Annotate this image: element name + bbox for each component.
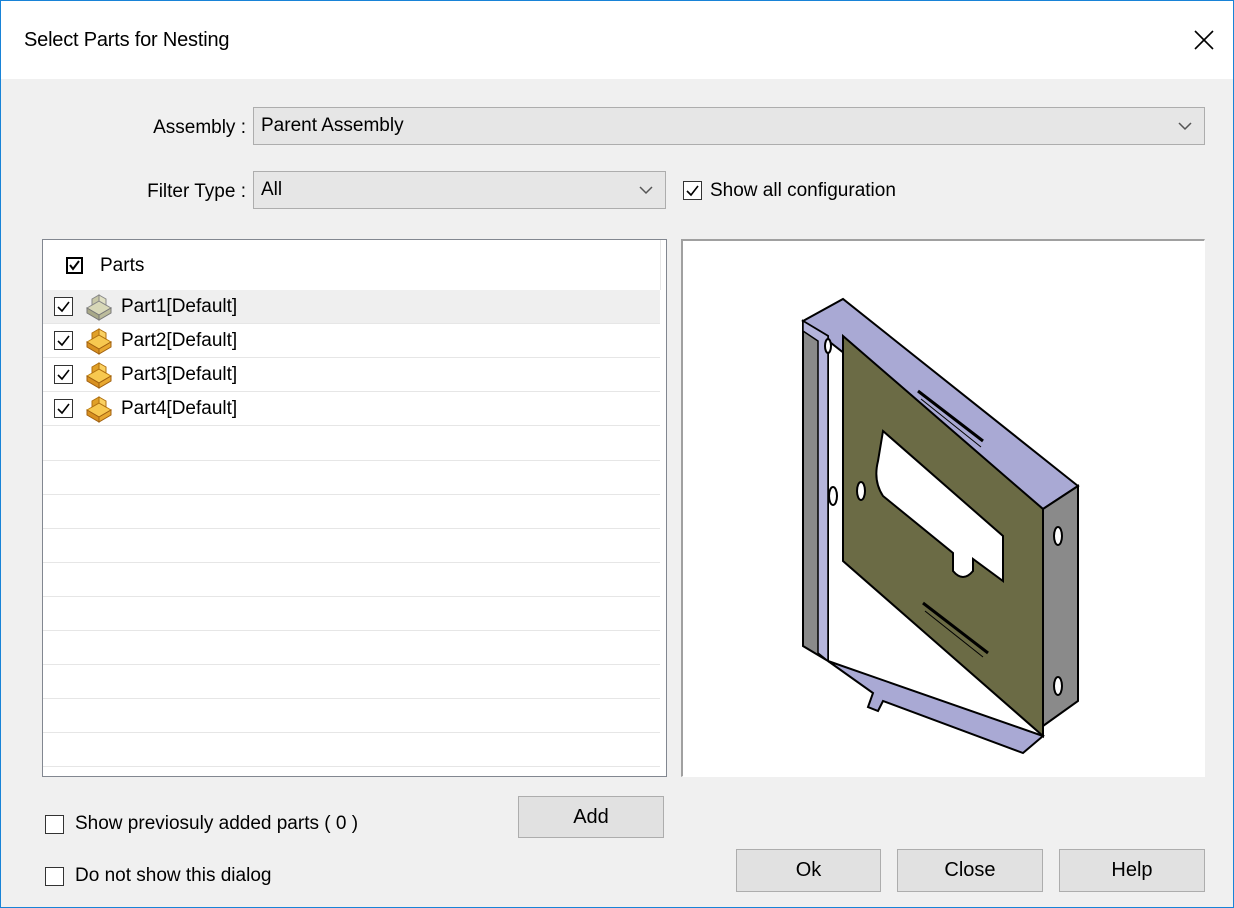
part-checkbox[interactable] [54, 297, 73, 316]
checkmark-icon [686, 185, 699, 197]
parts-list[interactable]: Parts Part1[Default] Part2[Default] Part… [42, 239, 667, 777]
show-previously-added-parts-checkbox[interactable] [45, 815, 64, 834]
filter-type-label: Filter Type : [147, 181, 246, 202]
help-button[interactable]: Help [1059, 849, 1205, 892]
part-checkbox[interactable] [54, 399, 73, 418]
close-icon[interactable] [1187, 23, 1221, 57]
part-checkbox[interactable] [54, 365, 73, 384]
list-item[interactable]: Part1[Default] [43, 290, 660, 324]
list-gridline [43, 562, 660, 563]
list-gridline [43, 528, 660, 529]
list-item[interactable]: Part4[Default] [43, 392, 660, 426]
chevron-down-icon [639, 186, 653, 195]
chevron-down-icon [1178, 122, 1192, 131]
show-all-configuration-label: Show all configuration [710, 180, 896, 201]
list-gridline [43, 596, 660, 597]
assembly-value: Parent Assembly [261, 115, 404, 136]
list-gridline [43, 630, 660, 631]
part-name: Part3[Default] [121, 364, 238, 385]
parts-list-header: Parts [43, 240, 661, 290]
add-button[interactable]: Add [518, 796, 664, 838]
part-name: Part4[Default] [121, 398, 238, 419]
part-icon [86, 328, 112, 355]
list-gridline [43, 494, 660, 495]
checkmark-icon [57, 369, 70, 381]
part-checkbox[interactable] [54, 331, 73, 350]
checkmark-icon [57, 301, 70, 313]
list-gridline [43, 460, 660, 461]
parts-header-label: Parts [100, 255, 145, 276]
checkmark-icon [57, 335, 70, 347]
list-gridline [43, 698, 660, 699]
filter-type-value: All [261, 179, 283, 200]
part-icon [86, 362, 112, 389]
ok-button[interactable]: Ok [736, 849, 881, 892]
list-item[interactable]: Part2[Default] [43, 324, 660, 358]
bracket-part-preview [801, 297, 1080, 755]
list-item[interactable]: Part3[Default] [43, 358, 660, 392]
checkmark-icon [57, 403, 70, 415]
assembly-dropdown[interactable]: Parent Assembly [253, 107, 1205, 145]
show-all-configuration-checkbox[interactable] [683, 181, 702, 200]
part-preview-pane [681, 239, 1205, 777]
do-not-show-dialog-label: Do not show this dialog [75, 865, 272, 886]
select-parts-dialog: Select Parts for Nesting Assembly : Pare… [0, 0, 1234, 908]
part-name: Part2[Default] [121, 330, 238, 351]
checkmark-icon [69, 260, 80, 271]
part-icon [86, 396, 112, 423]
part-icon [86, 294, 112, 321]
list-gridline [43, 664, 660, 665]
list-gridline [43, 766, 660, 767]
dialog-title: Select Parts for Nesting [24, 29, 230, 51]
list-gridline [43, 732, 660, 733]
select-all-parts-checkbox[interactable] [66, 257, 83, 274]
close-button[interactable]: Close [897, 849, 1043, 892]
title-bar: Select Parts for Nesting [1, 1, 1233, 79]
show-previously-added-parts-label: Show previosuly added parts ( 0 ) [75, 813, 359, 834]
do-not-show-dialog-checkbox[interactable] [45, 867, 64, 886]
assembly-label: Assembly : [153, 117, 246, 138]
part-name: Part1[Default] [121, 296, 238, 317]
filter-type-dropdown[interactable]: All [253, 171, 666, 209]
